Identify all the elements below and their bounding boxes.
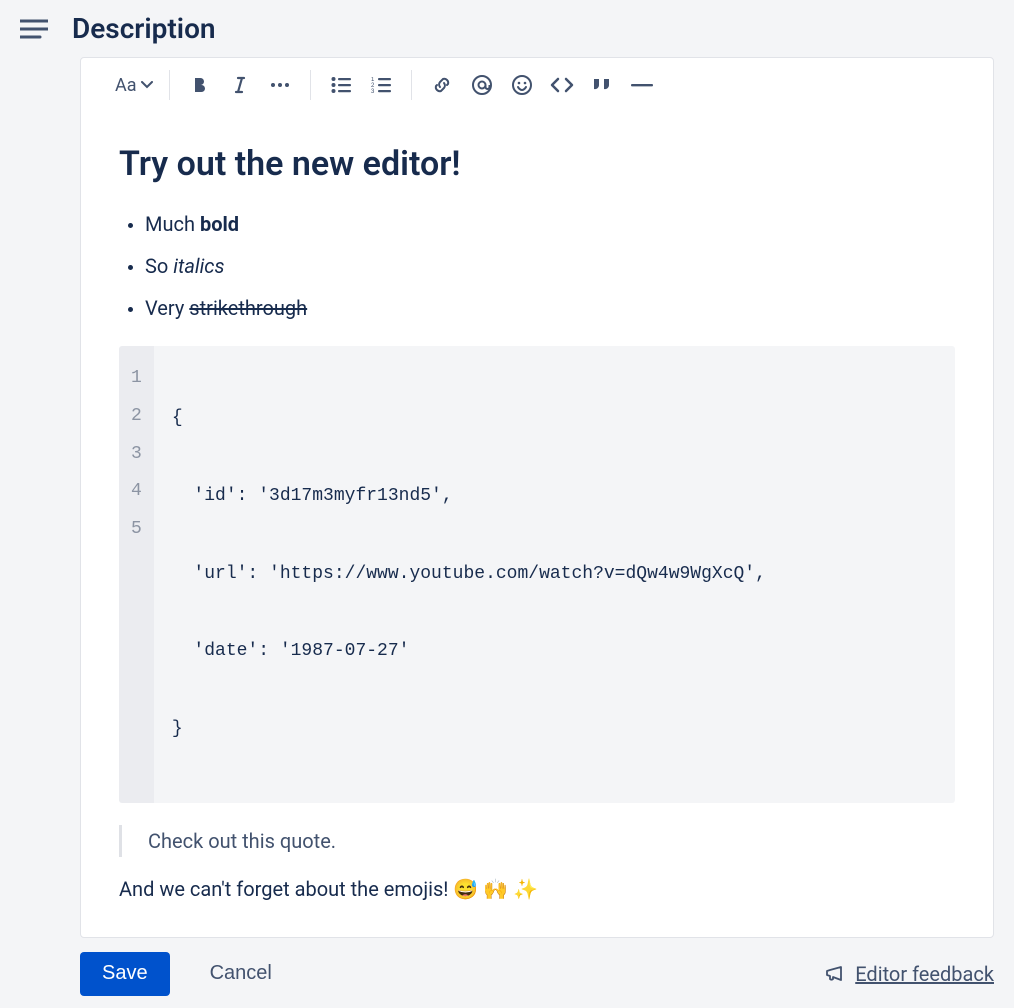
more-formatting-button[interactable]: [266, 71, 294, 99]
list-item: So italics: [145, 250, 955, 282]
list-item: Much bold: [145, 208, 955, 240]
link-button[interactable]: [428, 71, 456, 99]
emoji-sparkles: ✨: [513, 877, 538, 901]
code-lines: { 'id': '3d17m3myfr13nd5', 'url': 'https…: [154, 346, 955, 803]
toolbar-separator: [310, 70, 311, 100]
editor-body[interactable]: Try out the new editor! Much bold So ita…: [81, 112, 993, 937]
emoji-raised-hands: 🙌: [483, 877, 508, 901]
save-button[interactable]: Save: [80, 952, 170, 996]
italic-button[interactable]: [226, 71, 254, 99]
bullet-list-button[interactable]: [327, 71, 355, 99]
megaphone-icon: [825, 965, 845, 983]
bold-button[interactable]: [186, 71, 214, 99]
editor-card: Aa 123: [80, 57, 994, 938]
mention-button[interactable]: [468, 71, 496, 99]
editor-toolbar: Aa 123: [81, 58, 993, 112]
blockquote: Check out this quote.: [119, 825, 955, 857]
list-item: Very strikethrough: [145, 292, 955, 324]
section-header: Description: [0, 0, 1014, 57]
paragraph: And we can't forget about the emojis! 😅 …: [119, 877, 955, 901]
code-gutter: 1 2 3 4 5: [119, 346, 154, 803]
toolbar-separator: [169, 70, 170, 100]
toolbar-separator: [411, 70, 412, 100]
editor-actions: Save Cancel Editor feedback: [80, 952, 994, 996]
text-style-label: Aa: [115, 75, 137, 96]
content-heading: Try out the new editor!: [119, 144, 955, 184]
bullet-list: Much bold So italics Very strikethrough: [119, 208, 955, 324]
emoji-button[interactable]: [508, 71, 536, 99]
code-block: 1 2 3 4 5 { 'id': '3d17m3myfr13nd5', 'ur…: [119, 346, 955, 803]
emoji-sweat-smile: 😅: [453, 877, 478, 901]
menu-icon[interactable]: [18, 13, 50, 45]
code-button[interactable]: [548, 71, 576, 99]
chevron-down-icon: [141, 81, 153, 89]
text-style-dropdown[interactable]: Aa: [115, 75, 153, 96]
divider-button[interactable]: [628, 71, 656, 99]
svg-text:3: 3: [371, 89, 375, 93]
numbered-list-button[interactable]: 123: [367, 71, 395, 99]
cancel-button[interactable]: Cancel: [188, 952, 294, 996]
section-title: Description: [72, 12, 216, 45]
editor-feedback-link[interactable]: Editor feedback: [825, 962, 994, 986]
editor-feedback-label: Editor feedback: [855, 962, 994, 986]
quote-button[interactable]: [588, 71, 616, 99]
